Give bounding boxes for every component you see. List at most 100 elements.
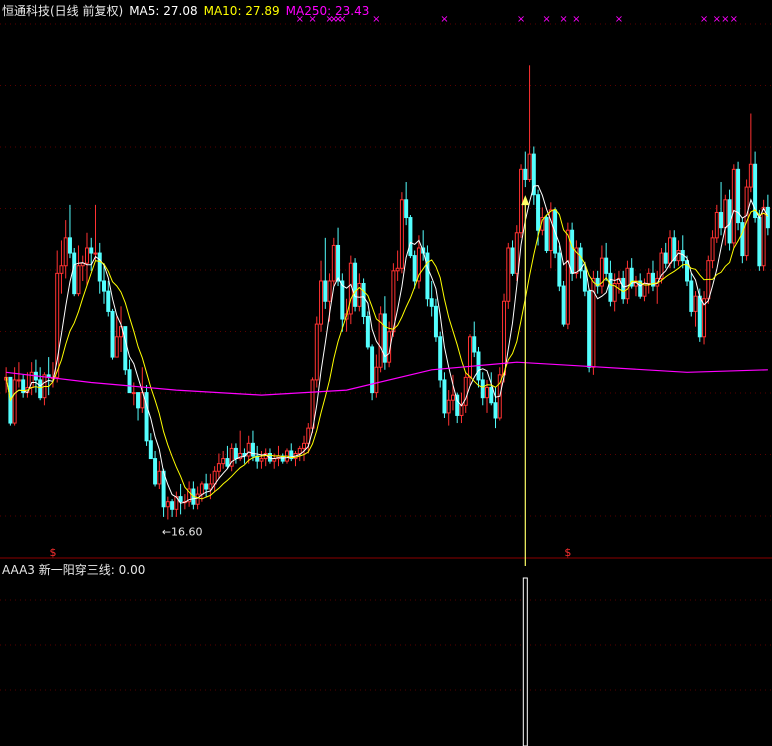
candle-up[interactable] <box>157 470 162 485</box>
candle-up[interactable] <box>114 336 119 358</box>
candle-down[interactable] <box>89 247 94 254</box>
candle-up[interactable] <box>676 250 681 262</box>
candle-down[interactable] <box>336 244 341 282</box>
candle-up[interactable] <box>357 283 362 307</box>
candle-down[interactable] <box>225 458 230 467</box>
candle-down[interactable] <box>72 252 77 295</box>
candle-down[interactable] <box>472 336 477 353</box>
candle-down[interactable] <box>719 211 724 229</box>
candle-down[interactable] <box>480 379 485 399</box>
candle-down[interactable] <box>148 440 153 460</box>
candle-up[interactable] <box>374 366 379 394</box>
candle-down[interactable] <box>489 387 494 404</box>
candle-up[interactable] <box>527 153 532 180</box>
candle-down[interactable] <box>233 447 238 460</box>
candle-up[interactable] <box>467 336 472 378</box>
candle-down[interactable] <box>587 290 592 368</box>
candle-down[interactable] <box>510 247 515 274</box>
candle-up[interactable] <box>668 237 672 264</box>
candle-up[interactable] <box>195 493 200 505</box>
candle-up[interactable] <box>565 229 570 325</box>
candle-up[interactable] <box>314 323 319 381</box>
candle-up[interactable] <box>216 463 221 472</box>
candle-down[interactable] <box>689 280 694 312</box>
candle-down[interactable] <box>433 305 438 338</box>
candle-up[interactable] <box>748 163 753 188</box>
candle-down[interactable] <box>170 501 175 510</box>
candle-up[interactable] <box>446 399 451 414</box>
candle-down[interactable] <box>144 392 149 442</box>
candle-down[interactable] <box>425 252 430 300</box>
candle-down[interactable] <box>757 217 762 267</box>
candle-down[interactable] <box>408 217 413 257</box>
candle-up[interactable] <box>723 199 728 229</box>
candle-down[interactable] <box>67 237 72 254</box>
candle-down[interactable] <box>604 257 609 274</box>
candle-up[interactable] <box>246 442 251 457</box>
candle-up[interactable] <box>131 392 136 395</box>
candle-down[interactable] <box>353 262 358 307</box>
candle-down[interactable] <box>685 260 690 282</box>
candle-up[interactable] <box>84 247 89 264</box>
candle-up[interactable] <box>714 211 719 239</box>
candle-up[interactable] <box>208 483 213 490</box>
candle-up[interactable] <box>485 387 489 399</box>
candle-down[interactable] <box>438 336 443 381</box>
candlestick-chart[interactable]: ←16.60× × ×××× × × × × × × × × × × ×$ $ <box>0 0 772 746</box>
candle-up[interactable] <box>93 252 98 255</box>
candle-down[interactable] <box>608 272 613 302</box>
candle-up[interactable] <box>399 199 404 269</box>
candle-up[interactable] <box>199 483 204 495</box>
candle-up[interactable] <box>319 280 324 325</box>
candle-down[interactable] <box>370 346 375 394</box>
candle-up[interactable] <box>548 209 553 252</box>
candle-up[interactable] <box>165 501 170 508</box>
candle-down[interactable] <box>740 222 745 257</box>
candle-down[interactable] <box>127 369 132 394</box>
candle-down[interactable] <box>523 168 528 180</box>
candle-down[interactable] <box>582 270 587 292</box>
candle-up[interactable] <box>302 442 307 449</box>
candle-down[interactable] <box>102 280 106 292</box>
candle-up[interactable] <box>519 168 524 234</box>
candle-down[interactable] <box>323 280 328 302</box>
candle-up[interactable] <box>16 379 21 382</box>
candle-up[interactable] <box>76 265 81 295</box>
candle-down[interactable] <box>561 285 566 325</box>
candle-down[interactable] <box>765 206 770 229</box>
candle-up[interactable] <box>450 394 455 401</box>
candle-up[interactable] <box>297 447 302 454</box>
candle-up[interactable] <box>710 237 715 262</box>
candle-down[interactable] <box>621 277 626 300</box>
candle-down[interactable] <box>493 402 498 419</box>
candle-down[interactable] <box>123 326 128 371</box>
candle-up[interactable] <box>395 267 400 272</box>
candle-up[interactable] <box>63 237 68 267</box>
candle-up[interactable] <box>212 470 217 485</box>
candle-down[interactable] <box>570 229 575 274</box>
candle-down[interactable] <box>153 458 158 485</box>
candle-down[interactable] <box>136 392 141 409</box>
candle-down[interactable] <box>361 283 366 317</box>
candle-up[interactable] <box>59 265 64 274</box>
candle-down[interactable] <box>106 290 111 312</box>
candle-up[interactable] <box>625 267 630 300</box>
candle-down[interactable] <box>536 194 541 231</box>
candle-up[interactable] <box>506 247 511 302</box>
indicator-signal-bar[interactable] <box>522 577 528 746</box>
candle-up[interactable] <box>221 458 226 465</box>
candle-up[interactable] <box>514 232 519 274</box>
candle-down[interactable] <box>97 252 102 282</box>
candle-up[interactable] <box>761 206 766 267</box>
candle-down[interactable] <box>250 442 255 457</box>
candle-down[interactable] <box>365 315 370 348</box>
candle-down[interactable] <box>663 252 668 264</box>
candle-down[interactable] <box>557 252 562 287</box>
candle-down[interactable] <box>38 379 43 399</box>
candle-up[interactable] <box>646 272 651 285</box>
candle-up[interactable] <box>12 379 17 424</box>
candle-up[interactable] <box>459 404 464 416</box>
candle-down[interactable] <box>697 295 702 338</box>
candle-down[interactable] <box>110 310 115 358</box>
candle-up[interactable] <box>310 379 315 429</box>
